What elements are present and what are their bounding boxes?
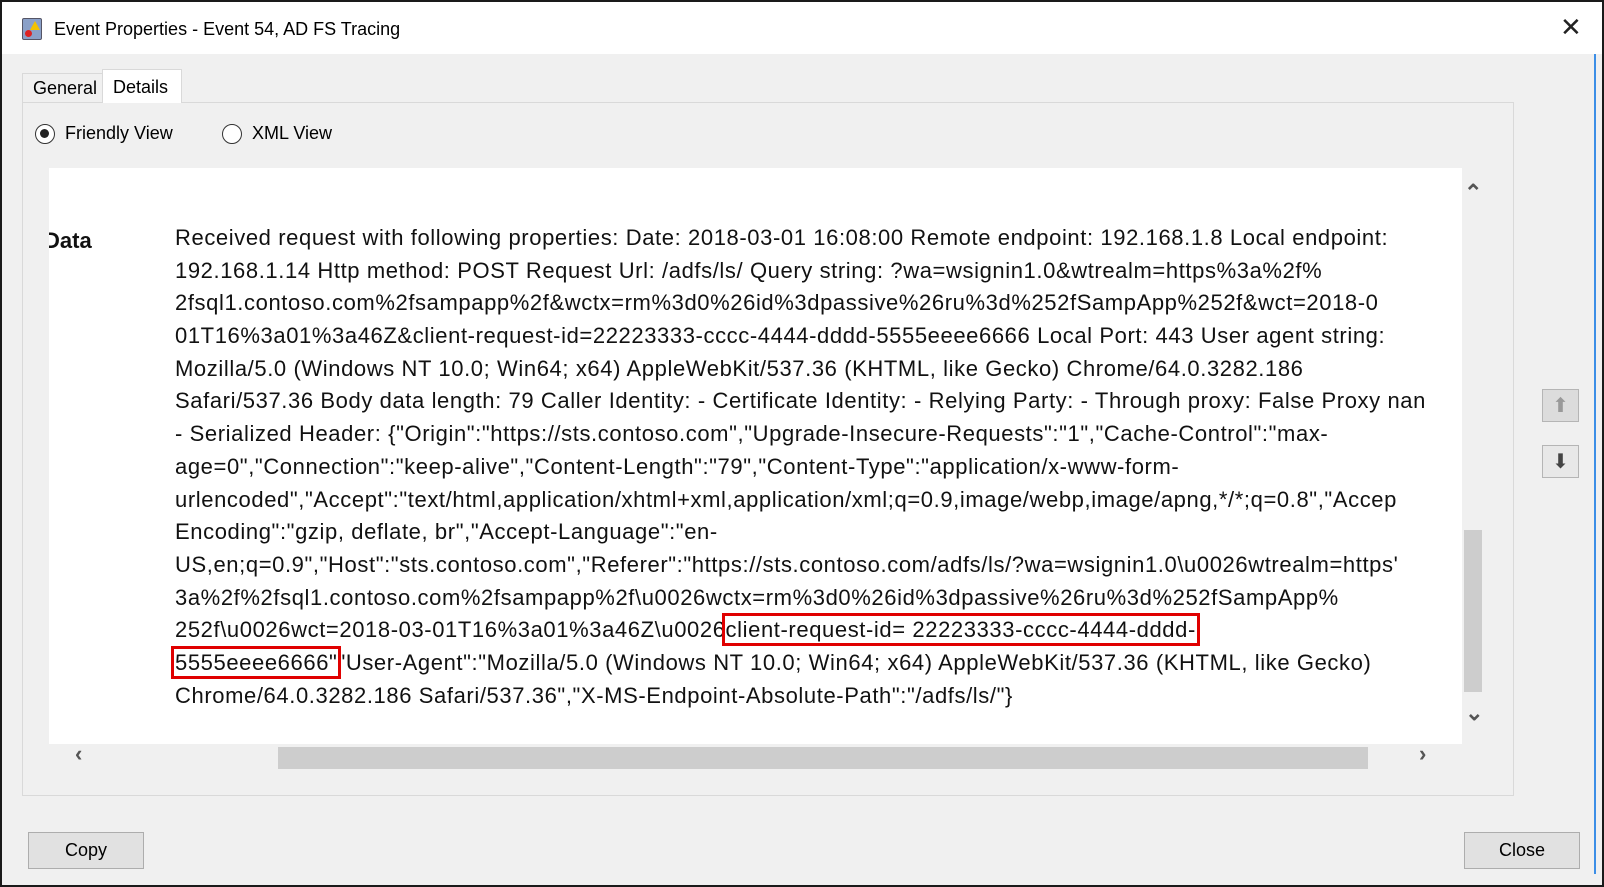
event-data-text: Received request with following properti… xyxy=(170,222,1426,713)
text-segment: "User-Agent":"Mozilla/5.0 (Windows NT 10… xyxy=(337,649,1372,675)
scroll-up-icon[interactable]: ⌃ xyxy=(1464,180,1482,206)
radio-selected-icon xyxy=(35,123,55,144)
horizontal-scrollbar[interactable]: ‹ › xyxy=(49,741,1462,770)
window-title: Event Properties - Event 54, AD FS Traci… xyxy=(54,19,401,39)
vertical-scrollbar[interactable]: ⌃ ⌃ xyxy=(1462,168,1484,744)
xml-view-radio[interactable]: XML View xyxy=(222,123,332,144)
text-segment: 3a%2f%2fsql1.contoso.com%2fsampapp%2f\u0… xyxy=(175,584,1339,610)
text-segment: 192.168.1.14 Http method: POST Request U… xyxy=(175,257,1323,283)
friendly-view-radio[interactable]: Friendly View xyxy=(35,123,173,144)
text-line: 3a%2f%2fsql1.contoso.com%2fsampapp%2f\u0… xyxy=(175,582,1426,615)
text-line: urlencoded","Accept":"text/html,applicat… xyxy=(175,484,1426,517)
text-line: 192.168.1.14 Http method: POST Request U… xyxy=(175,255,1426,288)
text-line: US,en;q=0.9","Host":"sts.contoso.com","R… xyxy=(175,549,1426,582)
text-segment: urlencoded","Accept":"text/html,applicat… xyxy=(175,486,1397,512)
text-segment: Chrome/64.0.3282.186 Safari/537.36","X-M… xyxy=(175,682,1013,708)
text-segment: Mozilla/5.0 (Windows NT 10.0; Win64; x64… xyxy=(175,355,1304,381)
text-line: 01T16%3a01%3a46Z&client-request-id=22223… xyxy=(175,320,1426,353)
close-button[interactable]: Close xyxy=(1464,832,1580,869)
text-segment: Encoding":"gzip, deflate, br","Accept-La… xyxy=(175,519,718,545)
text-line: - Serialized Header: {"Origin":"https://… xyxy=(175,418,1426,451)
arrow-up-icon: ⬆ xyxy=(1552,395,1569,417)
text-segment: US,en;q=0.9","Host":"sts.contoso.com","R… xyxy=(175,551,1399,577)
arrow-down-icon: ⬇ xyxy=(1552,451,1569,473)
copy-button[interactable]: Copy xyxy=(28,832,144,869)
radio-unselected-icon xyxy=(222,123,242,144)
text-segment: Safari/537.36 Body data length: 79 Calle… xyxy=(175,388,1426,414)
vertical-scroll-thumb[interactable] xyxy=(1464,530,1482,692)
text-line: 5555eeee6666""User-Agent":"Mozilla/5.0 (… xyxy=(170,645,1426,680)
text-segment: Received request with following properti… xyxy=(175,225,1389,250)
previous-event-button[interactable]: ⬆ xyxy=(1542,389,1579,422)
scroll-right-icon[interactable]: › xyxy=(1419,741,1426,767)
close-window-icon[interactable]: ✕ xyxy=(1560,12,1582,43)
text-segment: age=0","Connection":"keep-alive","Conten… xyxy=(175,453,1180,479)
tab-general[interactable]: General xyxy=(22,73,109,102)
window-edge xyxy=(1594,54,1596,874)
text-line: Mozilla/5.0 (Windows NT 10.0; Win64; x64… xyxy=(175,353,1426,386)
horizontal-scroll-thumb[interactable] xyxy=(278,747,1368,769)
text-line: 2fsql1.contoso.com%2fsampapp%2f&wctx=rm%… xyxy=(175,287,1426,320)
title-bar: Event Properties - Event 54, AD FS Traci… xyxy=(2,2,1602,54)
data-field-label: Data xyxy=(49,228,92,253)
text-segment: 2fsql1.contoso.com%2fsampapp%2f&wctx=rm%… xyxy=(175,290,1379,316)
text-segment: - Serialized Header: {"Origin":"https://… xyxy=(175,421,1329,447)
tab-details[interactable]: Details xyxy=(102,69,182,103)
highlighted-client-request-id: client-request-id= 22223333-cccc-4444-dd… xyxy=(721,613,1200,647)
xml-view-label: XML View xyxy=(252,123,333,143)
text-line: 252f\u0026wct=2018-03-01T16%3a01%3a46Z\u… xyxy=(175,613,1426,647)
text-line: age=0","Connection":"keep-alive","Conten… xyxy=(175,451,1426,484)
event-data-viewer[interactable]: Data Received request with following pro… xyxy=(49,168,1462,744)
text-line: Safari/537.36 Body data length: 79 Calle… xyxy=(175,385,1426,418)
text-line: Received request with following properti… xyxy=(175,222,1426,255)
text-line: Encoding":"gzip, deflate, br","Accept-La… xyxy=(175,516,1426,549)
highlighted-client-request-id: 5555eeee6666" xyxy=(170,645,342,679)
scroll-left-icon[interactable]: ‹ xyxy=(75,741,82,767)
text-segment: 252f\u0026wct=2018-03-01T16%3a01%3a46Z\u… xyxy=(175,617,726,643)
text-line: Chrome/64.0.3282.186 Safari/537.36","X-M… xyxy=(175,680,1426,713)
next-event-button[interactable]: ⬇ xyxy=(1542,445,1579,478)
event-properties-icon xyxy=(22,18,42,40)
text-segment: 01T16%3a01%3a46Z&client-request-id=22223… xyxy=(175,323,1386,349)
scroll-down-icon[interactable]: ⌃ xyxy=(1465,698,1483,724)
friendly-view-label: Friendly View xyxy=(65,123,173,143)
